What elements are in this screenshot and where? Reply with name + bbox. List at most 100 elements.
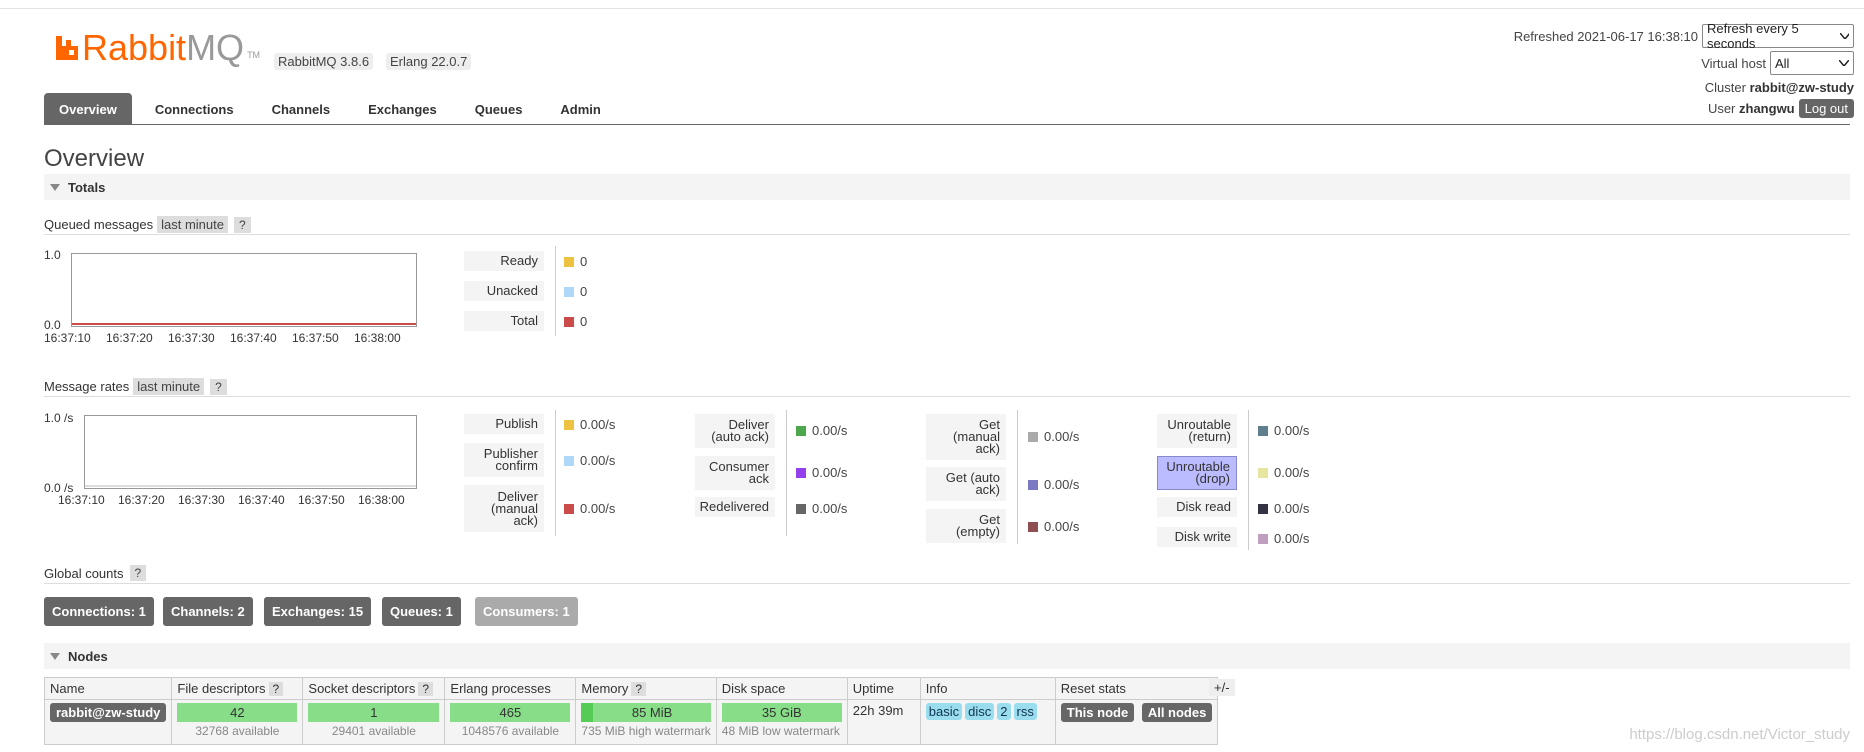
- cluster-label: Cluster: [1704, 80, 1746, 95]
- cell-socket-descriptors: 1 29401 available: [302, 699, 446, 745]
- table-header-row: Name File descriptors? Socket descriptor…: [43, 677, 1219, 700]
- col-info: Info: [919, 677, 1056, 700]
- node-link[interactable]: rabbit@zw-study: [50, 703, 167, 722]
- legend-consumer-ack-value: 0.00/s: [796, 465, 847, 480]
- nodes-heading: Nodes: [68, 648, 108, 664]
- help-button[interactable]: ?: [631, 682, 647, 696]
- cluster-row: Cluster rabbit@zw-study: [1705, 80, 1854, 95]
- legend-publisher-confirm-value: 0.00/s: [564, 453, 615, 468]
- x-tick: 16:38:00: [354, 331, 401, 345]
- col-socket-descriptors: Socket descriptors?: [302, 677, 446, 700]
- legend-disk-write-value: 0.00/s: [1258, 531, 1309, 546]
- vhost-label: Virtual host: [1701, 55, 1766, 71]
- legend-deliver-auto-ack-label[interactable]: Deliver (auto ack): [695, 414, 775, 448]
- logo-text: RabbitMQ: [82, 27, 245, 68]
- cell-erlang-processes: 465 1048576 available: [444, 699, 577, 745]
- totals-section-toggle[interactable]: Totals: [44, 174, 1850, 200]
- cell-info: basic disc 2 rss: [919, 699, 1056, 745]
- reset-this-node-button[interactable]: This node: [1060, 703, 1135, 722]
- refresh-interval-select[interactable]: Refresh every 5 seconds: [1702, 21, 1854, 51]
- legend-publish-label[interactable]: Publish: [464, 414, 544, 434]
- ready-swatch: [564, 256, 574, 267]
- columns-toggle-button[interactable]: +/-: [1209, 679, 1235, 696]
- help-button[interactable]: ?: [418, 682, 434, 696]
- queues-count-button[interactable]: Queues: 1: [382, 597, 461, 626]
- legend-publish-value: 0.00/s: [564, 417, 615, 432]
- legend-unroutable-return-label[interactable]: Unroutable (return): [1157, 414, 1237, 448]
- x-tick: 16:37:10: [44, 331, 91, 345]
- divider: [44, 583, 1850, 584]
- sd-available: 29401 available: [331, 724, 416, 738]
- help-button[interactable]: ?: [268, 682, 284, 696]
- tab-channels[interactable]: Channels: [257, 93, 346, 124]
- global-counts-label: Global counts: [44, 565, 124, 581]
- fd-available: 32768 available: [195, 724, 280, 738]
- col-erlang-processes: Erlang processes: [444, 677, 577, 700]
- rates-chart-svg: [85, 485, 416, 487]
- global-counts-label-row: Global counts ?: [44, 565, 147, 581]
- info-tag-rss[interactable]: rss: [1013, 703, 1037, 720]
- exchanges-count-button[interactable]: Exchanges: 15: [264, 597, 372, 626]
- sd-bar: 1: [308, 703, 440, 722]
- refreshed-timestamp: Refreshed 2021-06-17 16:38:10: [1513, 28, 1698, 44]
- tab-admin[interactable]: Admin: [545, 93, 615, 124]
- legend-total-label[interactable]: Total: [464, 311, 544, 331]
- legend-get-manual-ack-label[interactable]: Get (manual ack): [926, 414, 1006, 460]
- legend-get-auto-value: 0.00/s: [1028, 477, 1079, 492]
- legend-separator: [555, 246, 556, 336]
- legend-disk-read-label[interactable]: Disk read: [1157, 497, 1237, 517]
- consumers-count-button[interactable]: Consumers: 1: [475, 597, 578, 626]
- erlang-version-badge: Erlang 22.0.7: [386, 53, 472, 70]
- channels-count-button[interactable]: Channels: 2: [163, 597, 253, 626]
- global-counts-help-button[interactable]: ?: [129, 565, 147, 581]
- legend-deliver-manual-ack-label[interactable]: Deliver (manual ack): [464, 485, 544, 532]
- tab-queues[interactable]: Queues: [460, 93, 538, 124]
- legend-get-empty-label[interactable]: Get (empty): [926, 509, 1006, 543]
- x-tick: 16:37:40: [238, 493, 285, 507]
- x-tick: 16:37:40: [230, 331, 277, 345]
- tab-overview[interactable]: Overview: [44, 93, 132, 124]
- x-tick: 16:37:30: [178, 493, 225, 507]
- legend-redelivered-value: 0.00/s: [796, 501, 847, 516]
- x-tick: 16:37:10: [58, 493, 105, 507]
- info-tag-disc[interactable]: disc: [965, 703, 995, 720]
- legend-get-auto-ack-label[interactable]: Get (auto ack): [926, 467, 1006, 501]
- rabbitmq-logo[interactable]: RabbitMQ TM: [56, 30, 260, 66]
- message-rates-label: Message rates: [44, 379, 130, 394]
- legend-total-value: 0: [564, 314, 587, 329]
- rates-range-selector[interactable]: last minute: [133, 378, 205, 395]
- reset-all-nodes-button[interactable]: All nodes: [1141, 703, 1213, 722]
- collapse-triangle-icon: [50, 652, 60, 660]
- queued-help-button[interactable]: ?: [234, 216, 251, 233]
- cell-uptime: 22h 39m: [846, 699, 921, 745]
- cell-name: rabbit@zw-study: [43, 699, 173, 745]
- queued-range-selector[interactable]: last minute: [157, 216, 228, 233]
- info-tag-basic[interactable]: basic: [925, 703, 963, 720]
- legend-ready-label[interactable]: Ready: [464, 251, 544, 271]
- divider: [44, 234, 1850, 235]
- legend-disk-write-label[interactable]: Disk write: [1157, 527, 1237, 547]
- legend-consumer-ack-label[interactable]: Consumer ack: [695, 456, 775, 490]
- rabbit-logo-icon: [56, 36, 78, 60]
- rates-help-button[interactable]: ?: [210, 378, 227, 395]
- x-tick: 16:37:20: [106, 331, 153, 345]
- x-tick: 16:37:50: [292, 331, 339, 345]
- nodes-section-toggle[interactable]: Nodes: [44, 643, 1850, 669]
- tab-exchanges[interactable]: Exchanges: [353, 93, 452, 124]
- col-file-descriptors: File descriptors?: [171, 677, 304, 700]
- legend-unroutable-drop-label[interactable]: Unroutable (drop): [1157, 456, 1237, 490]
- cluster-name: rabbit@zw-study: [1749, 80, 1854, 95]
- tab-connections[interactable]: Connections: [140, 93, 249, 124]
- logout-button[interactable]: Log out: [1798, 99, 1854, 118]
- memory-watermark: 735 MiB high watermark: [581, 724, 711, 738]
- vhost-select[interactable]: All: [1770, 51, 1854, 75]
- disk-watermark: 48 MiB low watermark: [721, 724, 840, 738]
- chevron-down-icon: [1839, 33, 1849, 39]
- info-tag-count[interactable]: 2: [997, 703, 1011, 720]
- connections-count-button[interactable]: Connections: 1: [44, 597, 154, 626]
- legend-deliver-manual-value: 0.00/s: [564, 501, 615, 516]
- legend-unacked-label[interactable]: Unacked: [464, 281, 544, 301]
- queued-messages-label: Queued messages: [44, 217, 154, 232]
- legend-publisher-confirm-label[interactable]: Publisher confirm: [464, 443, 544, 477]
- legend-redelivered-label[interactable]: Redelivered: [695, 497, 775, 517]
